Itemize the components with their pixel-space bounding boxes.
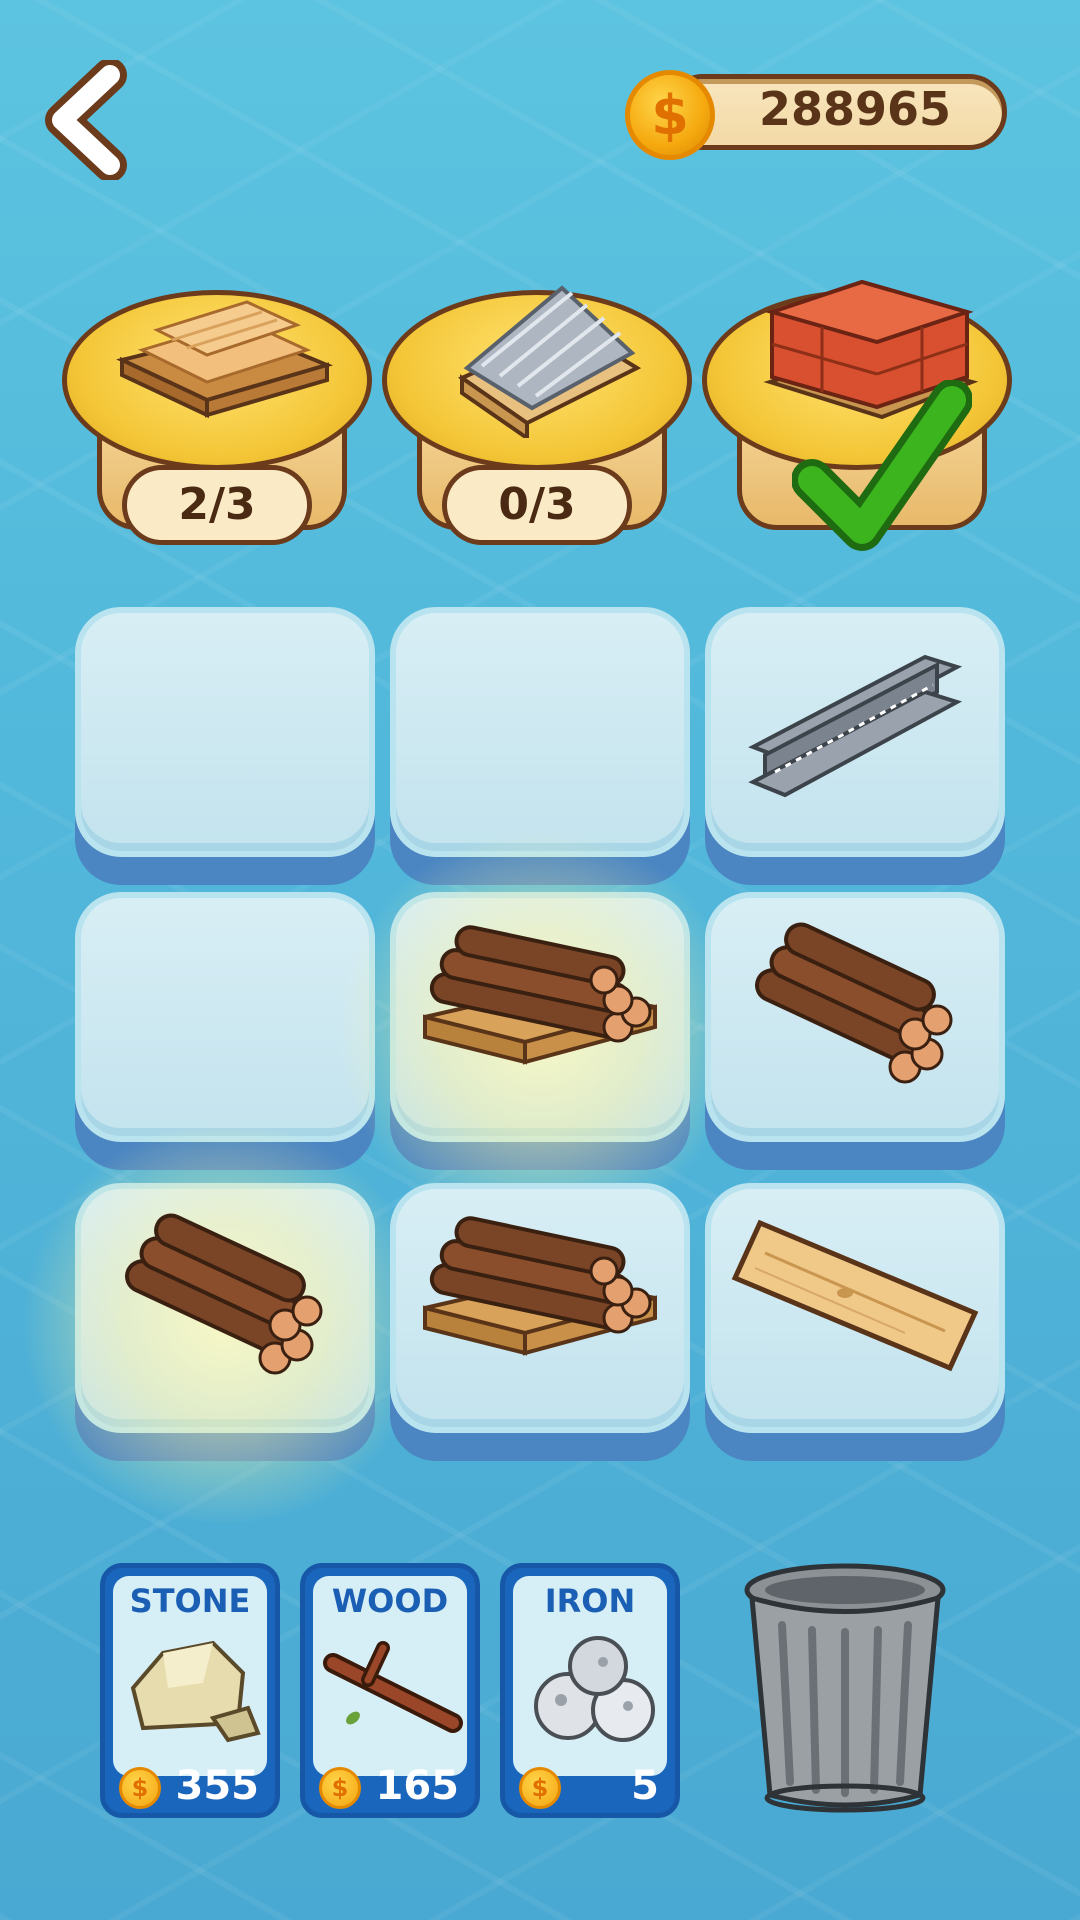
grid-cell-1[interactable] — [75, 607, 375, 887]
shop-card-price: 355 — [175, 1763, 260, 1809]
metal-sheets-pallet-icon — [457, 285, 642, 438]
shop-card-iron[interactable]: IRON $ 5 — [500, 1563, 680, 1818]
tile-face — [75, 607, 375, 857]
back-button[interactable] — [40, 58, 140, 182]
check-icon — [792, 380, 972, 551]
tile-face — [390, 607, 690, 857]
goal-slot-3 — [702, 270, 1022, 570]
iron-ore-icon — [534, 1636, 655, 1742]
steel-beam-icon — [748, 654, 963, 798]
grid-cell-5[interactable] — [330, 832, 750, 1232]
coin-icon: $ — [119, 1767, 161, 1809]
log-bundle-icon — [755, 922, 953, 1084]
coin-icon: $ — [319, 1767, 361, 1809]
shop-card-label: STONE — [129, 1582, 251, 1620]
shop-card-price: 5 — [631, 1763, 659, 1809]
trash-can-icon — [744, 1563, 946, 1813]
coin-balance: 288965 $ — [625, 70, 1010, 160]
coin-balance-amount: 288965 — [758, 82, 952, 136]
grid-cell-8[interactable] — [390, 1183, 690, 1463]
shop-card-price: 165 — [375, 1763, 460, 1809]
goal-slot-1: 2/3 — [62, 270, 382, 570]
coin-icon: $ — [519, 1767, 561, 1809]
stone-icon — [130, 1640, 261, 1743]
log-bundle-icon — [125, 1213, 323, 1375]
goal-slot-2: 0/3 — [382, 270, 702, 570]
chevron-left-icon — [45, 58, 127, 182]
branch-icon — [323, 1641, 463, 1733]
shop-card-wood[interactable]: WOOD $ 165 — [300, 1563, 480, 1818]
goal-progress: 0/3 — [442, 465, 632, 545]
grid-cell-6[interactable] — [705, 892, 1005, 1172]
log-pallet-icon — [423, 925, 657, 1065]
grid-cell-7[interactable] — [15, 1123, 435, 1523]
log-pallet-icon — [423, 1216, 657, 1356]
shop-card-label: IRON — [544, 1582, 636, 1620]
trash-can-button[interactable] — [740, 1550, 950, 1820]
shop-card-label: WOOD — [331, 1582, 449, 1620]
grid-cell-9[interactable] — [705, 1183, 1005, 1463]
grid-cell-3[interactable] — [705, 607, 1005, 887]
coin-icon: $ — [625, 70, 715, 160]
shop-card-stone[interactable]: STONE $ 355 — [100, 1563, 280, 1818]
goal-progress: 2/3 — [122, 465, 312, 545]
wood-planks-pallet-icon — [116, 300, 334, 419]
wood-plank-icon — [731, 1219, 979, 1372]
